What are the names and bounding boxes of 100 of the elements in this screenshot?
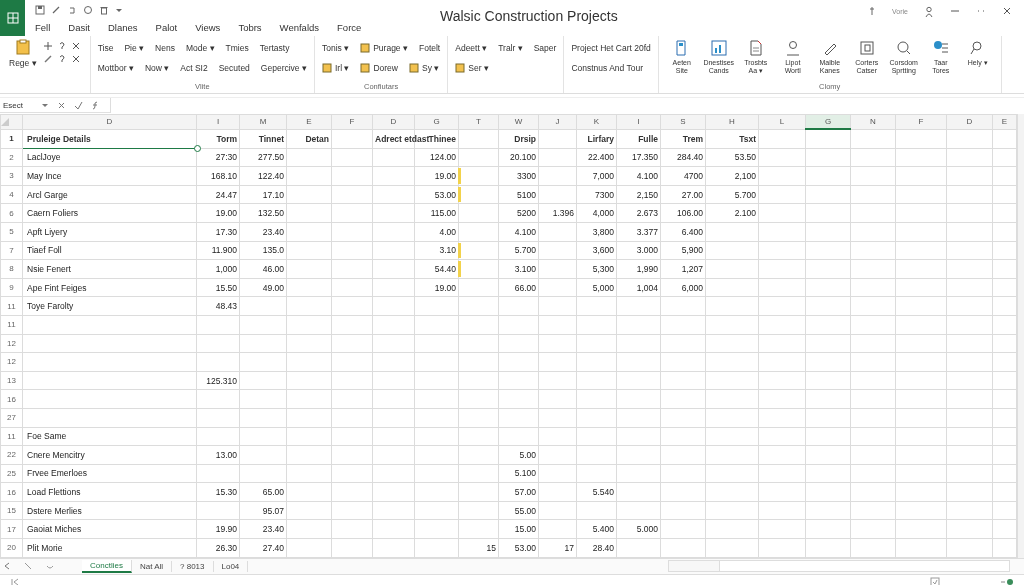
close-icon[interactable] — [70, 54, 81, 64]
close-icon[interactable] — [1002, 6, 1012, 16]
cell-text: LaclJoye — [27, 152, 61, 163]
cell-text: 3.377 — [636, 226, 658, 237]
column-header[interactable]: E — [992, 114, 1017, 129]
save-icon[interactable] — [35, 5, 45, 15]
magnifier-icon — [894, 39, 913, 57]
column-header[interactable]: D — [372, 114, 415, 129]
menu-tab[interactable]: Wenfalds — [279, 21, 328, 33]
ribbon-button[interactable]: Purage ▾ — [360, 43, 408, 53]
horizontal-scrollbar[interactable] — [668, 560, 1010, 573]
cell-text: 5100 — [517, 189, 536, 200]
plus-icon[interactable] — [42, 41, 53, 51]
menu-tab[interactable]: Dasit — [68, 21, 98, 33]
chevron-left-icon[interactable] — [4, 562, 10, 571]
ribbon-button[interactable]: Irl ▾ — [321, 63, 350, 73]
zoom-icon[interactable] — [1000, 576, 1014, 585]
column-header[interactable]: N — [850, 114, 896, 129]
column-header[interactable]: T — [458, 114, 499, 129]
ribbon-button[interactable]: Adeett ▾ — [455, 43, 488, 53]
ribbon-button[interactable]: Fotelt — [418, 43, 441, 53]
person-icon[interactable] — [924, 6, 934, 18]
pencil-icon[interactable] — [42, 54, 53, 64]
ribbon-button[interactable]: Sy ▾ — [409, 63, 440, 73]
ribbon-button[interactable]: Tmies — [225, 43, 249, 53]
ribbon-button[interactable]: Project Het Cart 20fd — [571, 43, 651, 53]
cancel-icon[interactable] — [57, 100, 66, 110]
cell-text: 24.47 — [215, 189, 237, 200]
slash-icon[interactable] — [24, 562, 32, 571]
app-icon[interactable] — [0, 0, 25, 36]
column-header[interactable]: F — [895, 114, 947, 129]
pencil-icon[interactable] — [51, 5, 61, 15]
column-header[interactable]: D — [946, 114, 993, 129]
ribbon-button[interactable]: Act SI2 — [180, 63, 208, 73]
ribbon-button[interactable]: Tertasty — [259, 43, 290, 53]
column-header[interactable]: S — [660, 114, 706, 129]
trash-icon[interactable] — [99, 5, 109, 15]
name-box[interactable]: Esect — [0, 100, 31, 110]
ribbon-button[interactable]: Mode ▾ — [185, 43, 215, 53]
ribbon-button[interactable]: Now ▾ — [144, 63, 170, 73]
close-icon[interactable] — [70, 41, 81, 51]
ribbon-button[interactable]: Tise — [97, 43, 114, 53]
column-header[interactable]: W — [498, 114, 539, 129]
row-header[interactable]: 1 — [0, 129, 23, 149]
format-icon — [360, 43, 371, 53]
ribbon-button[interactable]: Mottbor ▾ — [97, 63, 134, 73]
clipboard-icon[interactable] — [15, 39, 30, 55]
check-icon[interactable] — [74, 100, 83, 110]
column-header[interactable]: G — [414, 114, 459, 129]
ribbon-button[interactable]: Tralr ▾ — [498, 43, 523, 53]
ribbon-button[interactable]: Pie ▾ — [124, 43, 145, 53]
paste-button[interactable]: Rege ▾ — [9, 58, 37, 68]
menu-tab[interactable]: Dlanes — [107, 21, 146, 33]
cell-text: 6,000 — [681, 282, 703, 293]
menu-tab[interactable]: Palot — [155, 21, 186, 33]
column-header[interactable]: E — [286, 114, 332, 129]
ribbon-button[interactable]: Nens — [155, 43, 175, 53]
cell-text: 3.000 — [636, 245, 658, 256]
column-header[interactable]: K — [576, 114, 617, 129]
column-header[interactable]: I — [616, 114, 661, 129]
page-icon[interactable] — [930, 576, 940, 585]
formula-field[interactable] — [110, 97, 1024, 113]
function-icon[interactable] — [91, 100, 100, 110]
column-header[interactable]: L — [758, 114, 806, 129]
ribbon-button[interactable]: Secuted — [218, 63, 250, 73]
ribbon-button[interactable]: Tonis ▾ — [321, 43, 350, 53]
cell-text: 23.40 — [262, 226, 284, 237]
pin-icon[interactable] — [868, 6, 877, 16]
menu-tab[interactable]: Tobrs — [238, 21, 270, 33]
caret-icon[interactable] — [41, 101, 49, 109]
sheet-tab[interactable]: ? 8013 — [172, 560, 214, 572]
ribbon-button[interactable]: Constnus And Tour — [571, 63, 644, 73]
cell-text: 66.00 — [514, 282, 536, 293]
menu-tab[interactable]: Fell — [35, 21, 59, 33]
cell-text: 11.900 — [211, 245, 237, 256]
ribbon-button[interactable]: Gepercive ▾ — [260, 63, 307, 73]
column-header[interactable]: J — [538, 114, 577, 129]
ribbon-button[interactable]: Saper — [533, 43, 557, 53]
column-header[interactable]: F — [331, 114, 373, 129]
column-header[interactable]: M — [239, 114, 287, 129]
fill-handle[interactable] — [194, 144, 201, 152]
sheet-tab[interactable]: Nat All — [131, 560, 173, 572]
cell-text: 5.400 — [592, 524, 614, 535]
cell-text: 19.00 — [434, 171, 456, 181]
vertical-scrollbar[interactable] — [1017, 114, 1024, 558]
column-header[interactable]: G — [805, 114, 851, 129]
cell-text: 3.100 — [514, 263, 536, 274]
ribbon-button[interactable]: Dorew — [360, 63, 398, 73]
caret-icon[interactable] — [115, 6, 123, 14]
sheet-tab[interactable]: Lo04 — [213, 560, 249, 572]
menu-tab[interactable]: Views — [195, 21, 229, 33]
ribbon-button[interactable]: Ser ▾ — [455, 63, 489, 73]
first-page-icon[interactable] — [10, 577, 20, 585]
menu-tab[interactable]: Force — [337, 21, 370, 33]
column-header[interactable]: I — [196, 114, 240, 129]
cell-text: 7,000 — [592, 171, 614, 181]
column-header[interactable]: D — [22, 114, 197, 129]
sheet-tab[interactable]: Conctlies — [82, 559, 132, 573]
column-header[interactable]: H — [705, 114, 759, 129]
cell-text: Foe Same — [27, 431, 67, 442]
